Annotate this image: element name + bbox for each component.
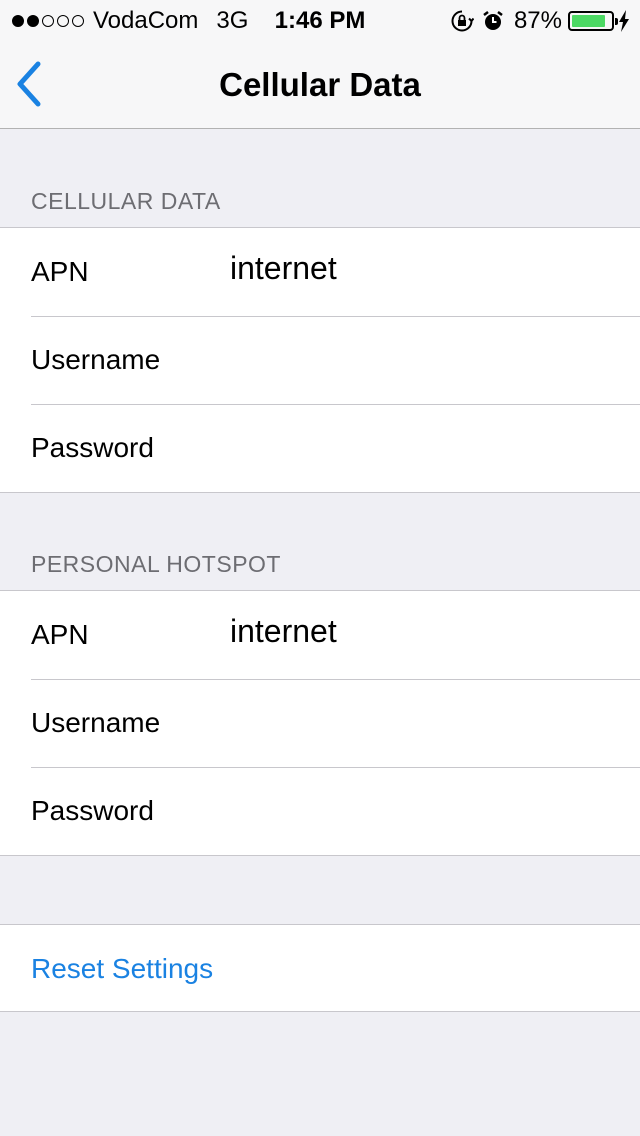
cellular-data-group: APN Username Password [0,227,640,493]
hotspot-apn-row[interactable]: APN [0,591,640,679]
orientation-lock-icon [451,10,474,32]
row-label: Username [31,344,161,375]
hotspot-username-input[interactable] [230,701,610,738]
battery-icon [568,11,618,31]
cellular-username-row[interactable]: Username [0,316,640,404]
section-header-cellular-data: CELLULAR DATA [31,188,221,214]
battery-fill [572,15,606,27]
navigation-bar: Cellular Data [0,40,640,129]
battery-percent: 87% [513,7,562,34]
cellular-password-row[interactable]: Password [0,404,640,492]
personal-hotspot-group: APN Username Password [0,590,640,856]
cellular-username-input[interactable] [230,338,610,375]
hotspot-password-row[interactable]: Password [0,767,640,855]
charging-bolt-icon [619,10,629,32]
hotspot-password-input[interactable] [230,789,610,826]
reset-group: Reset Settings [0,924,640,1012]
section-header-personal-hotspot: PERSONAL HOTSPOT [31,551,281,577]
cellular-apn-row[interactable]: APN [0,228,640,316]
cellular-password-input[interactable] [230,426,610,463]
alarm-icon [483,11,503,30]
row-label: APN [31,619,89,650]
cellular-apn-input[interactable] [230,250,610,287]
row-label: APN [31,256,89,287]
status-right: 87% [450,7,630,35]
reset-row[interactable]: Reset Settings [0,925,640,1013]
battery-nub [615,18,618,25]
hotspot-username-row[interactable]: Username [0,679,640,767]
reset-settings-button[interactable]: Reset Settings [31,953,213,985]
status-bar: VodaCom 3G 1:46 PM 87% [0,0,640,40]
hotspot-apn-input[interactable] [230,613,610,650]
row-label: Username [31,707,161,738]
row-label: Password [31,432,154,463]
page-title: Cellular Data [219,66,421,103]
row-label: Password [31,795,154,826]
